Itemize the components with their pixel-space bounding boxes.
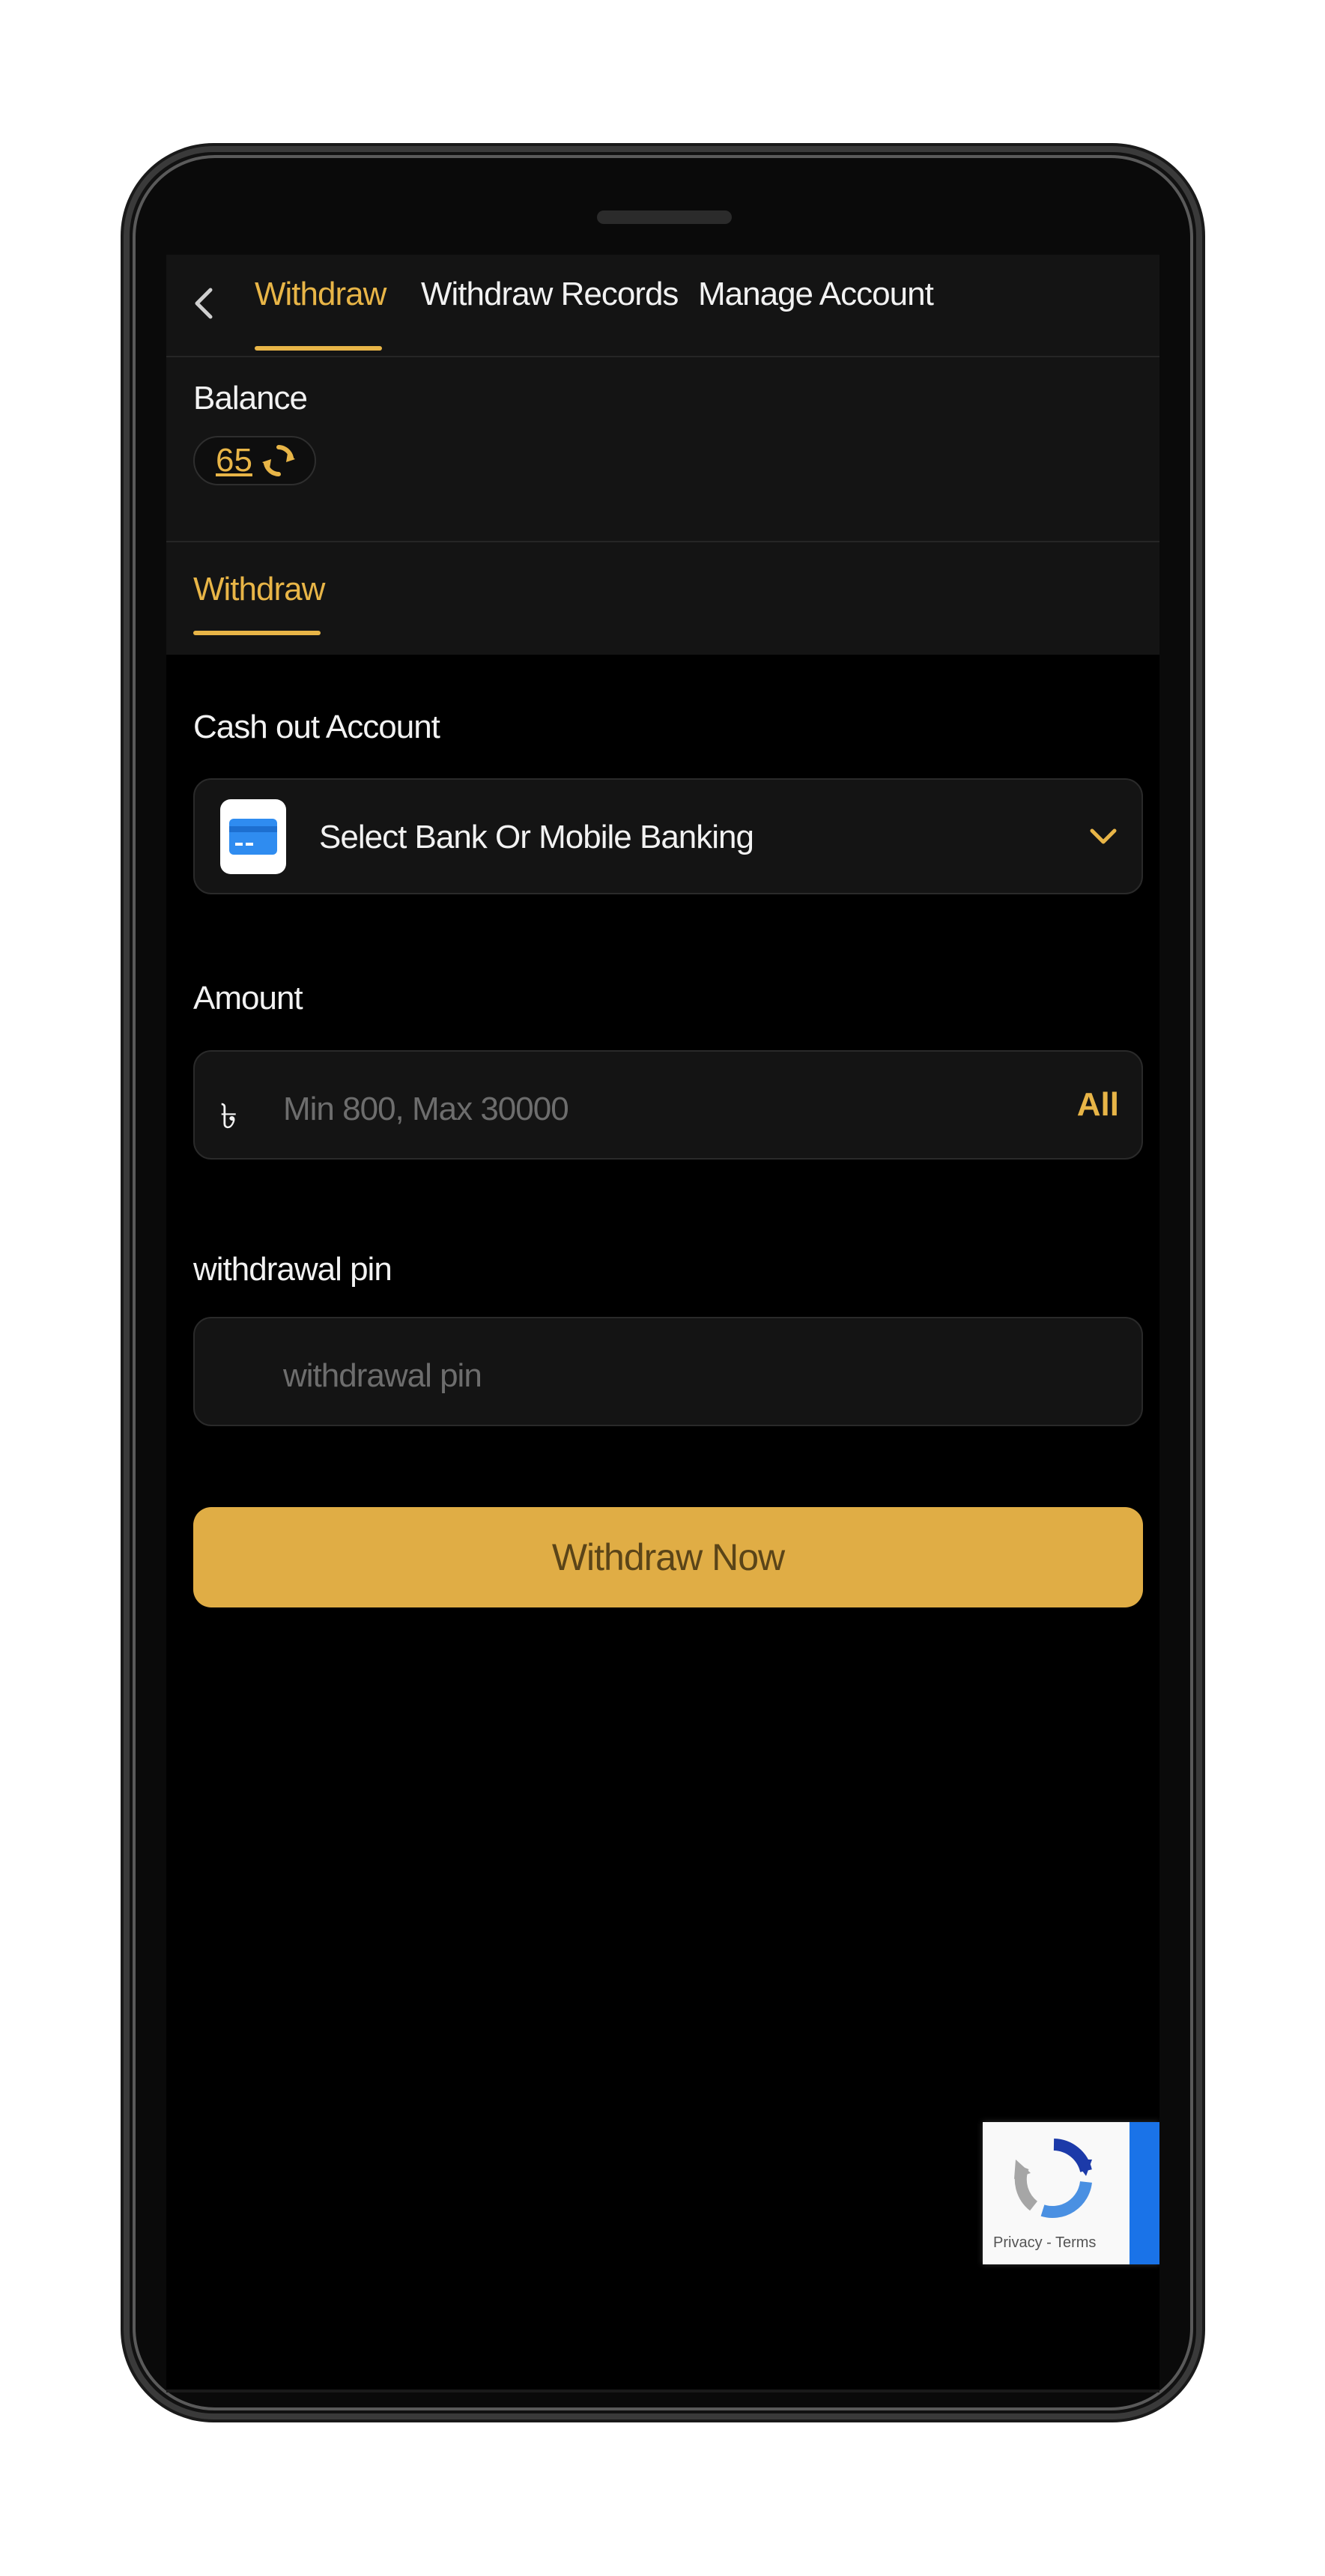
balance-chip: 65 <box>193 436 316 485</box>
section-tab-underline <box>193 631 321 635</box>
tab-withdraw[interactable]: Withdraw <box>255 276 386 313</box>
amount-label: Amount <box>193 980 303 1016</box>
all-amount-button[interactable]: All <box>1077 1086 1119 1124</box>
recaptcha-privacy-terms[interactable]: Privacy - Terms <box>993 2234 1096 2252</box>
refresh-icon[interactable] <box>260 442 297 479</box>
recaptcha-icon <box>1014 2139 1092 2218</box>
chevron-down-icon[interactable] <box>1086 819 1121 853</box>
withdrawal-pin-input[interactable] <box>282 1344 959 1408</box>
screen-bottom-edge <box>166 2389 1159 2392</box>
section-tab-bar: Withdraw <box>166 542 1159 655</box>
currency-symbol: ৳ <box>220 1097 237 1136</box>
back-arrow-icon[interactable] <box>189 285 219 322</box>
recaptcha-blue-tab <box>1130 2122 1159 2264</box>
balance-label: Balance <box>193 380 308 416</box>
bank-card-icon <box>220 799 286 874</box>
balance-value: 65 <box>216 442 252 479</box>
app-screen: Withdraw Withdraw Records Manage Account… <box>166 255 1159 2389</box>
tab-withdraw-records[interactable]: Withdraw Records <box>421 276 679 313</box>
withdrawal-pin-label: withdrawal pin <box>193 1251 392 1288</box>
notch-bar <box>597 210 732 224</box>
tab-manage-account[interactable]: Manage Account <box>698 276 934 313</box>
withdraw-now-button[interactable]: Withdraw Now <box>193 1507 1143 1607</box>
withdrawal-pin-field <box>193 1317 1143 1426</box>
section-tab-withdraw[interactable]: Withdraw <box>193 571 325 608</box>
bank-select-text: Select Bank Or Mobile Banking <box>319 819 754 855</box>
amount-input[interactable] <box>282 1077 959 1142</box>
balance-panel: Balance 65 <box>166 357 1159 542</box>
bank-select-dropdown[interactable]: Select Bank Or Mobile Banking <box>193 778 1143 894</box>
cash-out-account-label: Cash out Account <box>193 709 440 745</box>
recaptcha-badge[interactable]: Privacy - Terms <box>983 2122 1159 2264</box>
top-tab-bar: Withdraw Withdraw Records Manage Account <box>166 255 1159 357</box>
active-tab-underline <box>255 346 382 351</box>
amount-field: ৳ All <box>193 1050 1143 1160</box>
